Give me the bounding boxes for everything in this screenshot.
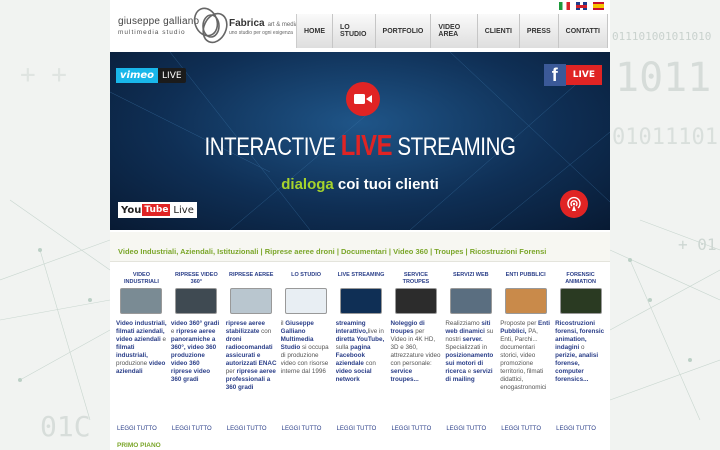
read-more-link[interactable]: LEGGI TUTTO	[501, 426, 541, 432]
youtube-live-badge: You Tube Live	[118, 202, 197, 218]
tagline-highlight: dialoga	[281, 176, 334, 193]
vimeo-logo: vimeo	[116, 68, 159, 83]
service-description: video 360° gradi e riprese aeree panoram…	[170, 320, 220, 383]
service-thumbnail[interactable]	[504, 288, 547, 314]
banner-title: INTERACTIVE LIVE STREAMING	[155, 130, 565, 163]
service-thumbnail[interactable]	[340, 288, 382, 314]
facebook-icon: f	[543, 64, 566, 86]
nav-home[interactable]: HOME	[297, 14, 333, 48]
service-thumbnail[interactable]	[175, 288, 218, 314]
fabrica-name: Fabrica	[229, 18, 265, 29]
service-heading[interactable]: LIVE STREAMING	[336, 272, 387, 288]
service-description: Realizziamo siti web dinamici su nostri …	[445, 320, 494, 383]
main-nav: HOME LO STUDIO PORTFOLIO VIDEO AREA CLIE…	[296, 14, 608, 48]
vimeo-live-label: LIVE	[162, 70, 182, 81]
youtube-tube: Tube	[142, 204, 171, 216]
service-heading[interactable]: SERVICE TROUPES	[390, 272, 441, 288]
service-heading[interactable]: SERVIZI WEB	[445, 272, 496, 288]
flag-english-icon[interactable]	[576, 2, 587, 10]
facebook-live-label: LIVE	[565, 65, 602, 85]
service-description: streaming interattivo,live in diretta Yo…	[335, 320, 385, 383]
bg-binary: 1011	[615, 55, 712, 101]
youtube-you: You	[121, 204, 142, 216]
banner-tagline: dialoga coi tuoi clienti	[110, 176, 610, 193]
service-thumbnail[interactable]	[230, 288, 273, 314]
service-column: SERVIZI WEB Realizziamo siti web dinamici…	[443, 272, 498, 432]
nav-press[interactable]: PRESS	[520, 14, 559, 48]
service-heading[interactable]: LO STUDIO	[281, 272, 332, 288]
service-column: LIVE STREAMING streaming interattivo,live…	[334, 272, 389, 432]
logo-name: giuseppe galliano	[118, 16, 200, 27]
read-more-link[interactable]: LEGGI TUTTO	[391, 426, 431, 432]
nav-clienti[interactable]: CLIENTI	[478, 14, 520, 48]
primo-piano-heading: PRIMO PIANO	[117, 442, 161, 449]
flag-spanish-icon[interactable]	[593, 2, 604, 10]
read-more-link[interactable]: LEGGI TUTTO	[227, 426, 267, 432]
hero-banner[interactable]: vimeo LIVE f LIVE INTERACTIVE LIVE STREA…	[110, 52, 610, 230]
service-column: VIDEO INDUSTRIALI Video industriali, film…	[114, 272, 169, 432]
bg-binary: 01C	[40, 410, 91, 443]
bg-binary: + +	[20, 60, 67, 90]
bg-binary: 011101001011010	[612, 30, 712, 43]
service-column: SERVICE TROUPES Noleggio di troupes per V…	[388, 272, 443, 432]
service-heading[interactable]: ENTI PUBBLICI	[500, 272, 551, 288]
service-column: LO STUDIO il Giuseppe Galliano Multimedia…	[279, 272, 334, 432]
banner-title-pre: INTERACTIVE	[204, 133, 341, 161]
fabrica-logo: Fabrica art & media uno studio per ogni e…	[229, 18, 298, 36]
service-heading[interactable]: FORENSIC ANIMATION	[555, 272, 606, 288]
read-more-link[interactable]: LEGGI TUTTO	[337, 426, 377, 432]
tagline-rest: coi tuoi clienti	[333, 176, 439, 193]
service-description: Noleggio di troupes per Video in 4K HD, …	[390, 320, 441, 383]
service-heading[interactable]: RIPRESE VIDEO 360°	[171, 272, 222, 288]
page-container: giuseppe galliano multimedia studio Fabr…	[110, 0, 610, 450]
service-thumbnail[interactable]	[394, 288, 437, 314]
service-description: Ricostruzioni forensi, forensic animatio…	[555, 320, 605, 383]
read-more-link[interactable]: LEGGI TUTTO	[172, 426, 212, 432]
services-subline: Video Industriali, Aziendali, Istituzion…	[110, 232, 610, 262]
youtube-live-label: Live	[173, 204, 194, 216]
services-columns: VIDEO INDUSTRIALI Video industriali, film…	[114, 272, 608, 432]
video-camera-icon	[346, 82, 380, 116]
read-more-link[interactable]: LEGGI TUTTO	[446, 426, 486, 432]
service-heading[interactable]: VIDEO INDUSTRIALI	[116, 272, 167, 288]
read-more-link[interactable]: LEGGI TUTTO	[282, 426, 322, 432]
logo-subname: multimedia studio	[118, 29, 186, 36]
service-column: ENTI PUBBLICI Proposte per Enti Pubblici,…	[498, 272, 553, 432]
language-selector	[559, 2, 604, 10]
read-more-link[interactable]: LEGGI TUTTO	[117, 426, 157, 432]
service-heading[interactable]: RIPRESE AEREE	[226, 272, 277, 288]
service-column: FORENSIC ANIMATION Ricostruzioni forensi,…	[553, 272, 608, 432]
broadcast-icon	[560, 190, 588, 218]
flag-italian-icon[interactable]	[559, 2, 570, 10]
nav-contatti[interactable]: CONTATTI	[559, 14, 608, 48]
bg-binary: 01011101	[612, 125, 718, 150]
site-logo[interactable]: giuseppe galliano multimedia studio Fabr…	[116, 4, 306, 46]
logo-rings-icon	[193, 7, 228, 44]
nav-video-area[interactable]: VIDEO AREA	[431, 14, 478, 48]
service-column: RIPRESE AEREE riprese aeree stabilizzate …	[224, 272, 279, 432]
service-column: RIPRESE VIDEO 360° video 360° gradi e rip…	[169, 272, 224, 432]
nav-lo-studio[interactable]: LO STUDIO	[333, 14, 376, 48]
service-description: Proposte per Enti Pubblici, PA, Enti, Pa…	[500, 320, 550, 391]
service-description: riprese aeree stabilizzate con droni rad…	[225, 320, 277, 391]
service-description: Video industriali, filmati aziendali, vi…	[116, 320, 167, 375]
read-more-link[interactable]: LEGGI TUTTO	[556, 426, 596, 432]
service-thumbnail[interactable]	[285, 288, 328, 314]
banner-title-post: STREAMING	[392, 133, 516, 161]
vimeo-live-badge: vimeo LIVE	[116, 68, 186, 83]
fabrica-sub: uno studio per ogni esigenza	[229, 30, 293, 36]
service-description: il Giuseppe Galliano Multimedia Studio s…	[280, 320, 329, 375]
fabrica-tag: art & media	[267, 22, 299, 28]
facebook-live-badge: f LIVE	[543, 64, 602, 86]
banner-title-live: LIVE	[340, 130, 393, 162]
service-thumbnail[interactable]	[559, 288, 602, 314]
nav-portfolio[interactable]: PORTFOLIO	[376, 14, 432, 48]
header: giuseppe galliano multimedia studio Fabr…	[110, 0, 610, 50]
service-thumbnail[interactable]	[449, 288, 492, 314]
bg-binary: + 01	[678, 235, 717, 254]
service-thumbnail[interactable]	[120, 288, 163, 314]
